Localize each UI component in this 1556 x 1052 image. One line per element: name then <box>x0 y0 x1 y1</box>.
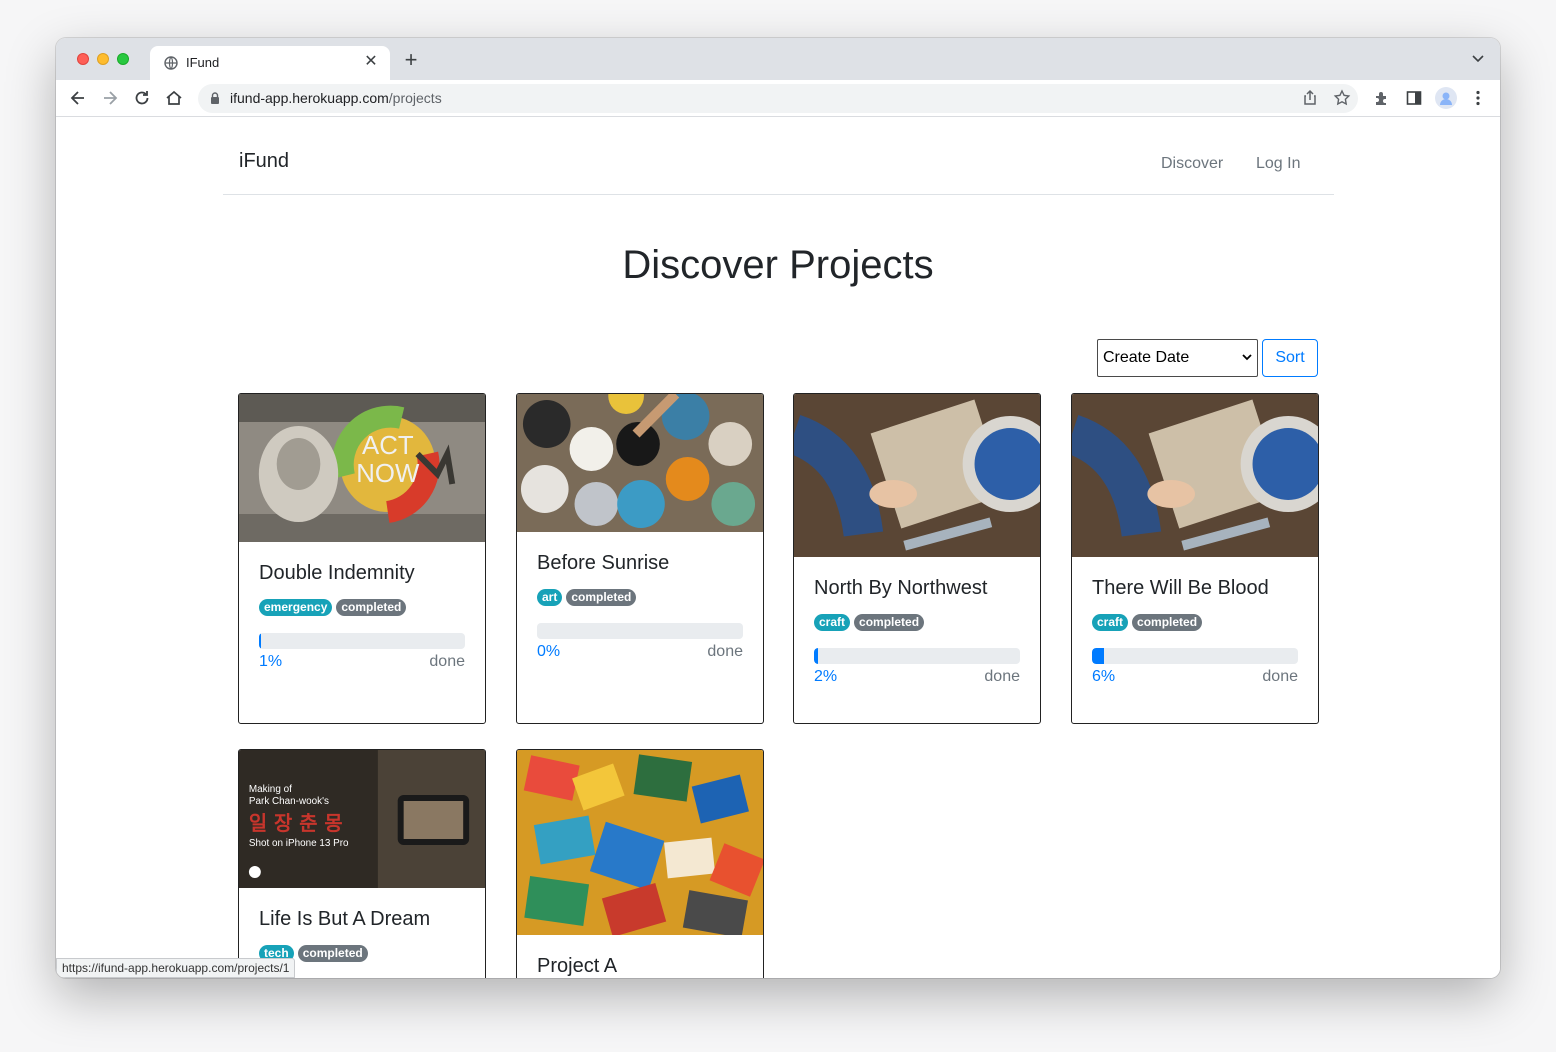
progress-percent: 6% <box>1092 668 1116 685</box>
status-badge: completed <box>1132 614 1203 631</box>
project-card[interactable]: ACT NOW Double Indemnity emergency compl… <box>238 393 486 724</box>
project-image <box>517 750 763 935</box>
url-text: ifund-app.herokuapp.com/projects <box>230 90 442 106</box>
project-card[interactable]: Project A <box>516 749 764 978</box>
browser-tab[interactable]: IFund ✕ <box>150 46 390 80</box>
progress-percent: 1% <box>259 653 283 670</box>
badge-group: emergency completed <box>259 599 407 616</box>
close-tab-icon[interactable]: ✕ <box>362 53 380 71</box>
reload-icon[interactable] <box>132 88 152 108</box>
image-text: Making of <box>249 784 292 795</box>
progress-bar <box>537 623 743 639</box>
progress-done-label: done <box>984 668 1020 685</box>
project-card[interactable]: Before Sunrise art completed 0% done <box>516 393 764 724</box>
tab-title: IFund <box>186 55 220 70</box>
badge-group: craft completed <box>1092 614 1203 631</box>
progress-bar <box>814 648 1020 664</box>
bookmark-star-icon[interactable] <box>1332 88 1352 108</box>
project-card[interactable]: Making of Park Chan-wook's 일 장 춘 몽 Shot … <box>238 749 486 978</box>
project-title[interactable]: Project A <box>537 955 617 978</box>
browser-toolbar: ifund-app.herokuapp.com/projects <box>56 80 1500 117</box>
progress-bar <box>1092 648 1298 664</box>
back-icon[interactable] <box>68 88 88 108</box>
category-badge: craft <box>814 614 851 631</box>
project-title[interactable]: There Will Be Blood <box>1092 577 1269 600</box>
tab-bar: IFund ✕ + <box>56 38 1500 80</box>
project-title[interactable]: North By Northwest <box>814 577 987 600</box>
status-badge: completed <box>336 599 407 616</box>
progress-done-label: done <box>1262 668 1298 685</box>
status-badge: completed <box>854 614 925 631</box>
project-image <box>517 394 763 532</box>
side-panel-icon[interactable] <box>1404 88 1424 108</box>
progress-percent: 2% <box>814 668 838 685</box>
project-card[interactable]: North By Northwest craft completed 2% do… <box>793 393 1041 724</box>
globe-icon <box>164 56 178 70</box>
badge-group: art completed <box>537 589 637 606</box>
forward-icon[interactable] <box>100 88 120 108</box>
category-badge: art <box>537 589 563 606</box>
sort-select[interactable]: Create Date <box>1097 339 1258 377</box>
image-text: Park Chan-wook's <box>249 796 329 807</box>
project-card[interactable]: There Will Be Blood craft completed 6% d… <box>1071 393 1319 724</box>
project-image <box>1072 394 1318 557</box>
extensions-icon[interactable] <box>1372 88 1392 108</box>
menu-dots-icon[interactable] <box>1468 88 1488 108</box>
image-text: NOW <box>356 460 420 488</box>
sort-select-value: Create Date <box>1103 349 1190 366</box>
category-badge: emergency <box>259 599 333 616</box>
profile-avatar[interactable] <box>1435 87 1457 109</box>
status-badge: completed <box>297 945 368 962</box>
status-badge: completed <box>566 589 637 606</box>
close-window-button[interactable] <box>77 53 89 65</box>
browser-window: IFund ✕ + ifund-app.herokuapp.com/projec <box>56 38 1500 978</box>
project-title[interactable]: Double Indemnity <box>259 562 415 585</box>
project-title[interactable]: Life Is But A Dream <box>259 908 430 931</box>
new-tab-icon[interactable]: + <box>400 49 422 72</box>
sort-button[interactable]: Sort <box>1262 339 1318 377</box>
home-icon[interactable] <box>164 88 184 108</box>
apple-logo-icon <box>248 866 261 878</box>
page-title: Discover Projects <box>622 243 934 287</box>
site-navbar: iFund Discover Log In <box>223 117 1334 195</box>
progress-fill <box>814 648 819 664</box>
share-icon[interactable] <box>1300 88 1320 108</box>
address-bar[interactable]: ifund-app.herokuapp.com/projects <box>198 84 1358 113</box>
nav-discover[interactable]: Discover <box>1161 155 1223 173</box>
page-content: iFund Discover Log In Discover Projects … <box>56 117 1500 978</box>
project-image <box>794 394 1040 557</box>
image-text: Shot on iPhone 13 Pro <box>249 838 349 849</box>
chevron-down-icon[interactable] <box>1470 50 1486 66</box>
chevron-down-icon <box>1242 354 1252 361</box>
progress-bar <box>259 633 465 649</box>
progress-done-label: done <box>707 643 743 660</box>
nav-login[interactable]: Log In <box>1256 155 1300 173</box>
project-image: Making of Park Chan-wook's 일 장 춘 몽 Shot … <box>239 750 485 888</box>
project-title[interactable]: Before Sunrise <box>537 552 669 575</box>
maximize-window-button[interactable] <box>117 53 129 65</box>
progress-percent: 0% <box>537 643 561 660</box>
progress-fill <box>259 633 262 649</box>
profile-icon <box>1440 92 1452 105</box>
lock-icon[interactable] <box>208 91 222 105</box>
link-status-bubble: https://ifund-app.herokuapp.com/projects… <box>56 958 296 978</box>
project-image: ACT NOW <box>239 394 485 542</box>
image-text: ACT <box>362 432 414 460</box>
image-text: 일 장 춘 몽 <box>249 812 343 835</box>
progress-done-label: done <box>429 653 465 670</box>
progress-fill <box>1092 648 1105 664</box>
minimize-window-button[interactable] <box>97 53 109 65</box>
badge-group: craft completed <box>814 614 925 631</box>
site-brand[interactable]: iFund <box>239 150 289 173</box>
category-badge: craft <box>1092 614 1129 631</box>
